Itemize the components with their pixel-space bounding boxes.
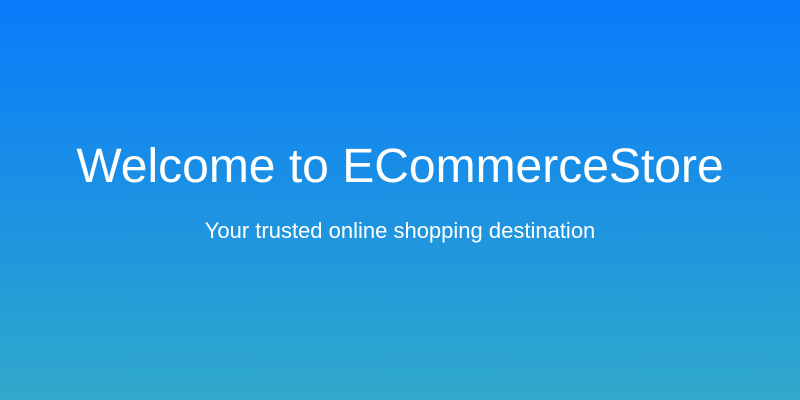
hero-banner: Welcome to ECommerceStore Your trusted o… [0,0,800,400]
hero-subtitle: Your trusted online shopping destination [204,218,596,243]
hero-title: Welcome to ECommerceStore [76,140,724,193]
